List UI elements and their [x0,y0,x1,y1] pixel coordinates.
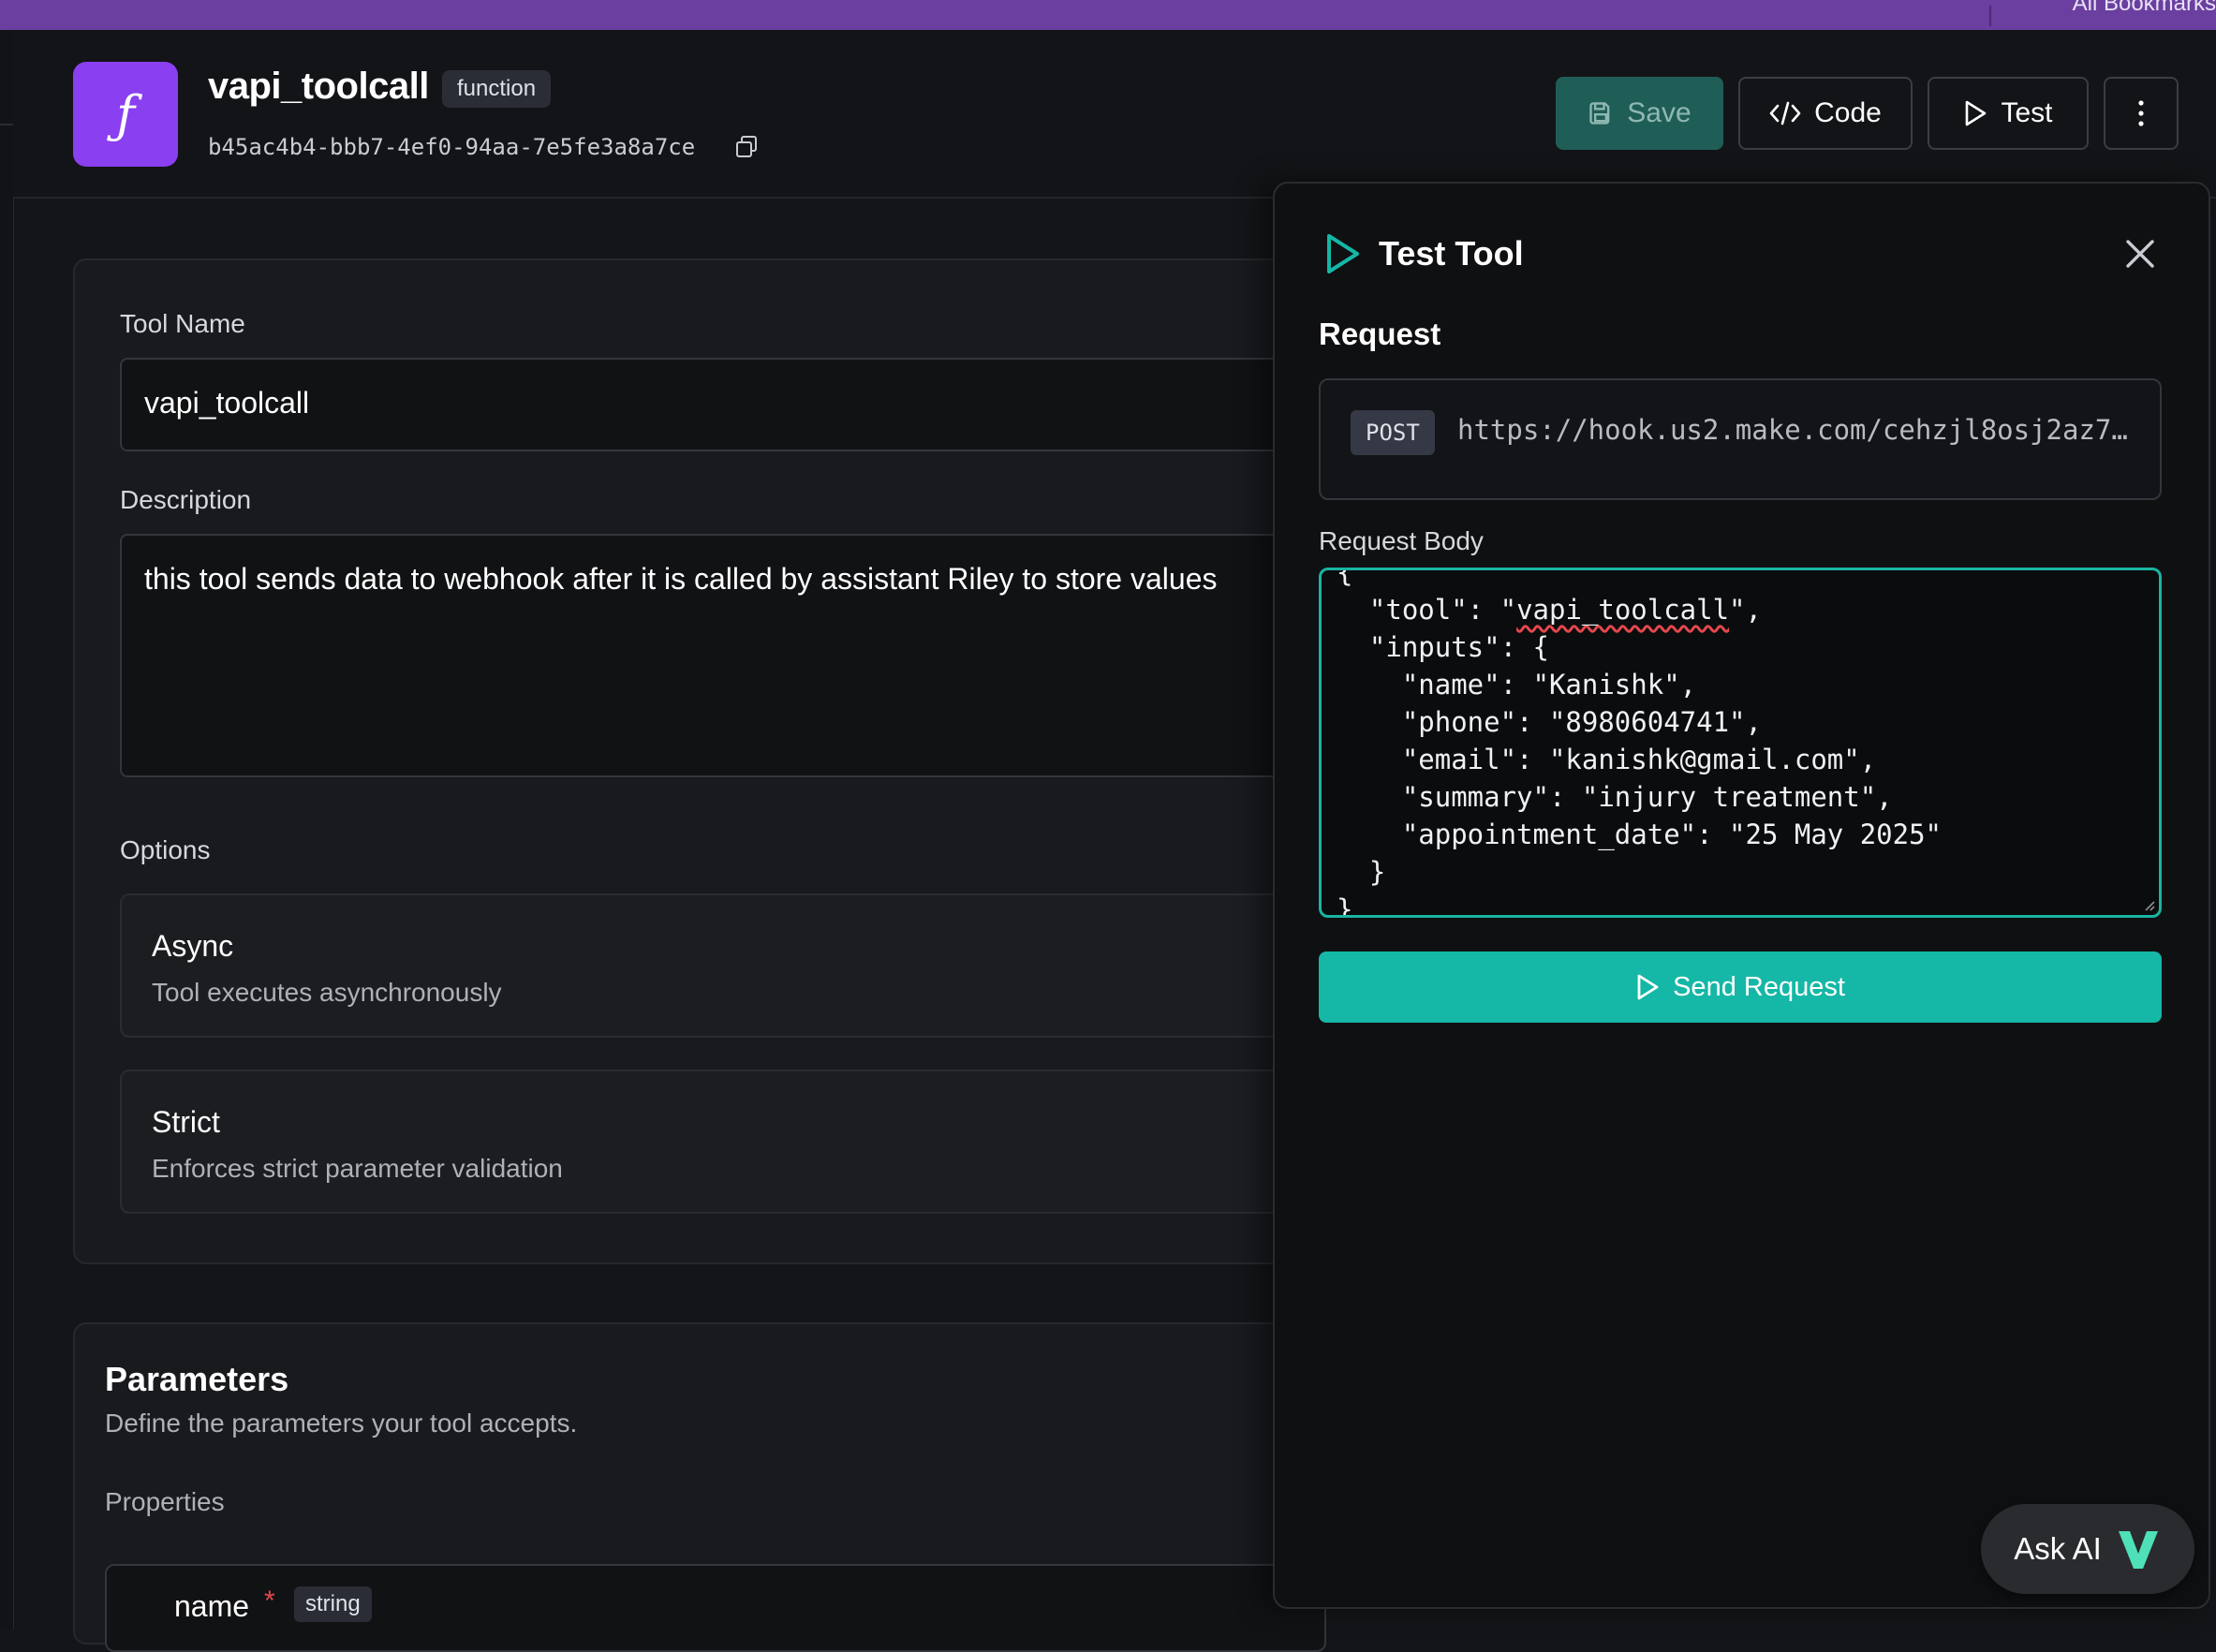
play-icon [1966,100,1987,126]
option-strict[interactable]: Strict Enforces strict parameter validat… [120,1069,1337,1214]
request-label: Request [1319,317,1441,351]
description-textarea[interactable]: this tool sends data to webhook after it… [120,534,1337,777]
request-body-label: Request Body [1319,526,1484,555]
rail-divider [0,124,13,125]
tool-title: vapi_toolcall [208,66,429,107]
send-request-label: Send Request [1673,971,1845,1002]
code-button[interactable]: Code [1738,77,1913,150]
function-icon: ƒ [73,62,178,167]
browser-bookmarks-bar: All Bookmarks [0,0,2216,32]
property-type-badge: string [294,1586,372,1622]
option-description: Enforces strict parameter validation [152,1154,563,1183]
option-title: Async [152,929,234,963]
properties-label: Properties [105,1487,225,1516]
save-button[interactable]: Save [1556,77,1723,150]
save-icon [1589,102,1610,125]
bookmarks-separator [1989,6,1991,26]
more-options-button[interactable] [2104,77,2179,150]
copy-icon[interactable] [734,135,759,159]
option-async[interactable]: Async Tool executes asynchronously [120,893,1337,1038]
required-marker: * [264,1586,275,1616]
ask-ai-button[interactable]: Ask AI [1981,1504,2194,1594]
parameters-title: Parameters [105,1360,289,1398]
play-icon [1637,974,1659,1000]
description-label: Description [120,485,252,514]
test-button[interactable]: Test [1928,77,2089,150]
send-request-button[interactable]: Send Request [1319,951,2162,1023]
play-icon [1327,234,1359,273]
tool-name-input[interactable]: vapi_toolcall [120,358,1337,451]
resize-handle-icon[interactable] [2140,896,2155,911]
property-row[interactable] [105,1564,1326,1652]
tool-id: b45ac4b4-bbb7-4ef0-94aa-7e5fe3a8a7ce [208,134,696,160]
test-button-label: Test [2001,97,2053,128]
request-body-textarea[interactable]: { "tool": "vapi_toolcall", "inputs": { "… [1319,568,2162,918]
option-title: Strict [152,1105,220,1139]
more-vertical-icon [2138,100,2144,126]
left-sidebar-rail [0,30,14,1630]
vapi-logo-icon [2118,1531,2158,1569]
save-button-label: Save [1627,97,1692,128]
ask-ai-label: Ask AI [2014,1531,2102,1566]
option-description: Tool executes asynchronously [152,978,502,1007]
test-tool-title: Test Tool [1379,234,1524,273]
request-url: https://hook.us2.make.com/cehzjl8osj2az7… [1457,414,2132,446]
close-icon[interactable] [2124,238,2156,270]
tool-name-label: Tool Name [120,309,245,338]
http-method-badge: POST [1351,410,1435,455]
all-bookmarks-link[interactable]: All Bookmarks [2073,0,2216,17]
code-icon [1769,101,1801,125]
code-button-label: Code [1814,97,1882,128]
options-label: Options [120,835,211,864]
parameters-subtitle: Define the parameters your tool accepts. [105,1409,578,1438]
tool-type-badge: function [442,70,552,108]
property-name: name [174,1589,250,1623]
